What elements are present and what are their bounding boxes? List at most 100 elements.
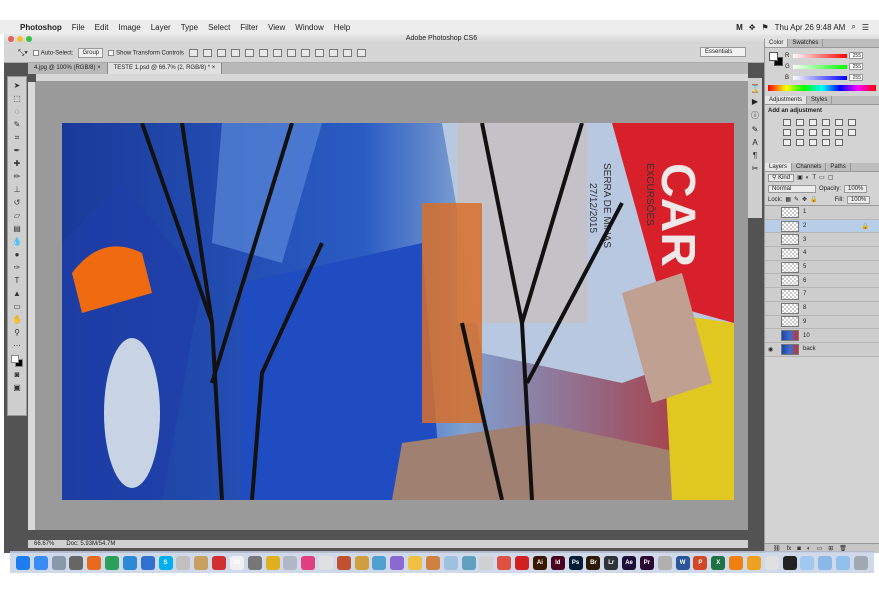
filter-type-icon[interactable]: T xyxy=(812,175,816,181)
color-fg-bg-swatch[interactable] xyxy=(769,52,783,66)
dock-app-icon[interactable] xyxy=(336,555,351,570)
info-icon[interactable]: ⓘ xyxy=(751,110,759,121)
dock-app-icon[interactable] xyxy=(425,555,440,570)
quick-mask-icon[interactable]: ◙ xyxy=(11,369,23,380)
color-lookup-icon[interactable] xyxy=(835,129,843,136)
align-bottom-icon[interactable] xyxy=(216,49,226,57)
quick-select-tool-icon[interactable]: ✎ xyxy=(11,119,23,130)
menu-filter[interactable]: Filter xyxy=(240,23,258,32)
layer-row[interactable]: 6 xyxy=(765,274,879,289)
layer-name[interactable]: 10 xyxy=(803,333,810,339)
layer-thumbnail[interactable] xyxy=(781,261,799,273)
dropbox-icon[interactable]: ✥ xyxy=(749,23,756,32)
document-info[interactable]: Doc: 5.93M/54.7M xyxy=(66,540,115,548)
tab-channels[interactable]: Channels xyxy=(792,163,827,171)
dock-app-icon[interactable] xyxy=(69,555,84,570)
filter-shape-icon[interactable]: ▭ xyxy=(819,174,825,181)
posterize-icon[interactable] xyxy=(796,139,804,146)
dock-app-icon[interactable]: Ps xyxy=(568,555,583,570)
layer-thumbnail[interactable] xyxy=(781,343,799,355)
clock[interactable]: Thu Apr 26 9:48 AM xyxy=(775,23,846,32)
menu-image[interactable]: Image xyxy=(118,23,140,32)
layer-row[interactable]: 10 xyxy=(765,329,879,343)
dock-app-icon[interactable] xyxy=(283,555,298,570)
filter-pixel-icon[interactable]: ▣ xyxy=(797,174,803,181)
dodge-tool-icon[interactable]: ● xyxy=(11,249,23,260)
minimize-button[interactable] xyxy=(17,36,23,42)
dock-app-icon[interactable]: Ai xyxy=(532,555,547,570)
layer-name[interactable]: 8 xyxy=(803,305,806,311)
zoom-level[interactable]: 66.67% xyxy=(34,540,54,548)
menu-type[interactable]: Type xyxy=(181,23,198,32)
auto-select-checkbox[interactable]: Auto-Select: xyxy=(32,49,73,56)
close-button[interactable] xyxy=(8,36,14,42)
distribute-vcenter-icon[interactable] xyxy=(286,49,296,57)
tool-presets-icon[interactable]: ✂ xyxy=(752,164,759,173)
channel-slider[interactable] xyxy=(793,75,847,80)
layer-thumbnail[interactable] xyxy=(781,247,799,259)
layer-row[interactable]: 9 xyxy=(765,316,879,330)
character-icon[interactable]: A xyxy=(752,138,757,147)
dock-app-icon[interactable] xyxy=(301,555,316,570)
layer-row[interactable]: 4 xyxy=(765,247,879,261)
invert-icon[interactable] xyxy=(783,139,791,146)
dock-app-icon[interactable] xyxy=(265,555,280,570)
layer-thumbnail[interactable] xyxy=(781,330,799,342)
menu-layer[interactable]: Layer xyxy=(151,23,171,32)
filter-adjust-icon[interactable]: ◐ xyxy=(806,175,810,181)
dock-app-icon[interactable]: Lr xyxy=(604,555,619,570)
channel-slider[interactable] xyxy=(793,64,847,69)
opacity-field[interactable]: 100% xyxy=(844,184,868,193)
dock-app-icon[interactable] xyxy=(746,555,761,570)
dock-app-icon[interactable] xyxy=(800,555,815,570)
move-tool-icon[interactable]: ➤ xyxy=(11,80,23,91)
hand-tool-icon[interactable]: ✋ xyxy=(11,314,23,325)
tab-color[interactable]: Color xyxy=(765,39,789,47)
eraser-tool-icon[interactable]: ▱ xyxy=(11,210,23,221)
layer-thumbnail[interactable] xyxy=(781,302,799,314)
transform-controls-checkbox[interactable]: Show Transform Controls xyxy=(108,49,184,56)
dock-app-icon[interactable] xyxy=(836,555,850,570)
color-balance-icon[interactable] xyxy=(783,129,791,136)
color-swatches[interactable] xyxy=(11,355,23,367)
layer-name[interactable]: 1 xyxy=(803,209,806,215)
screen-mode-icon[interactable]: ▣ xyxy=(11,382,23,393)
grid-icon[interactable] xyxy=(848,129,856,136)
dock-app-icon[interactable] xyxy=(818,555,833,570)
dock-app-icon[interactable] xyxy=(390,555,405,570)
brush-panel-icon[interactable]: ✎ xyxy=(752,125,759,134)
dock-app-icon[interactable]: W xyxy=(675,555,690,570)
menu-select[interactable]: Select xyxy=(208,23,230,32)
tab-swatches[interactable]: Swatches xyxy=(788,39,824,47)
dock-app-icon[interactable]: S xyxy=(158,555,173,570)
dock-app-icon[interactable] xyxy=(87,555,102,570)
eyedropper-tool-icon[interactable]: ✒ xyxy=(11,145,23,156)
zoom-tool-icon[interactable]: ⚲ xyxy=(11,327,23,338)
brightness-contrast-icon[interactable] xyxy=(783,119,791,126)
tab-styles[interactable]: Styles xyxy=(807,96,833,104)
layer-thumbnail[interactable] xyxy=(781,234,799,246)
auto-select-dropdown[interactable]: Group xyxy=(78,48,104,58)
gradient-triangle-icon[interactable] xyxy=(848,119,856,126)
dock-app-icon[interactable] xyxy=(764,555,779,570)
dock-app-icon[interactable] xyxy=(782,555,797,570)
selective-color-icon[interactable] xyxy=(835,139,843,146)
dock-app-icon[interactable]: Ae xyxy=(622,555,637,570)
layer-row[interactable]: 8 xyxy=(765,302,879,316)
auto-align-icon[interactable] xyxy=(356,49,366,57)
dock-app-icon[interactable]: Pr xyxy=(639,555,654,570)
black-white-icon[interactable] xyxy=(796,129,804,136)
menu-view[interactable]: View xyxy=(268,23,285,32)
flag-icon[interactable]: ⚑ xyxy=(761,23,768,32)
channel-value[interactable]: 255 xyxy=(849,63,863,70)
layer-row[interactable]: 7 xyxy=(765,288,879,302)
align-left-icon[interactable] xyxy=(230,49,240,57)
distribute-right-icon[interactable] xyxy=(342,49,352,57)
healing-brush-tool-icon[interactable]: ✚ xyxy=(11,158,23,169)
photo-filter-icon[interactable] xyxy=(809,129,817,136)
dock-app-icon[interactable] xyxy=(33,555,48,570)
menu-file[interactable]: File xyxy=(72,23,85,32)
horizontal-ruler[interactable] xyxy=(36,74,748,82)
dock-app-icon[interactable] xyxy=(212,555,227,570)
marquee-tool-icon[interactable]: ⬚ xyxy=(11,93,23,104)
